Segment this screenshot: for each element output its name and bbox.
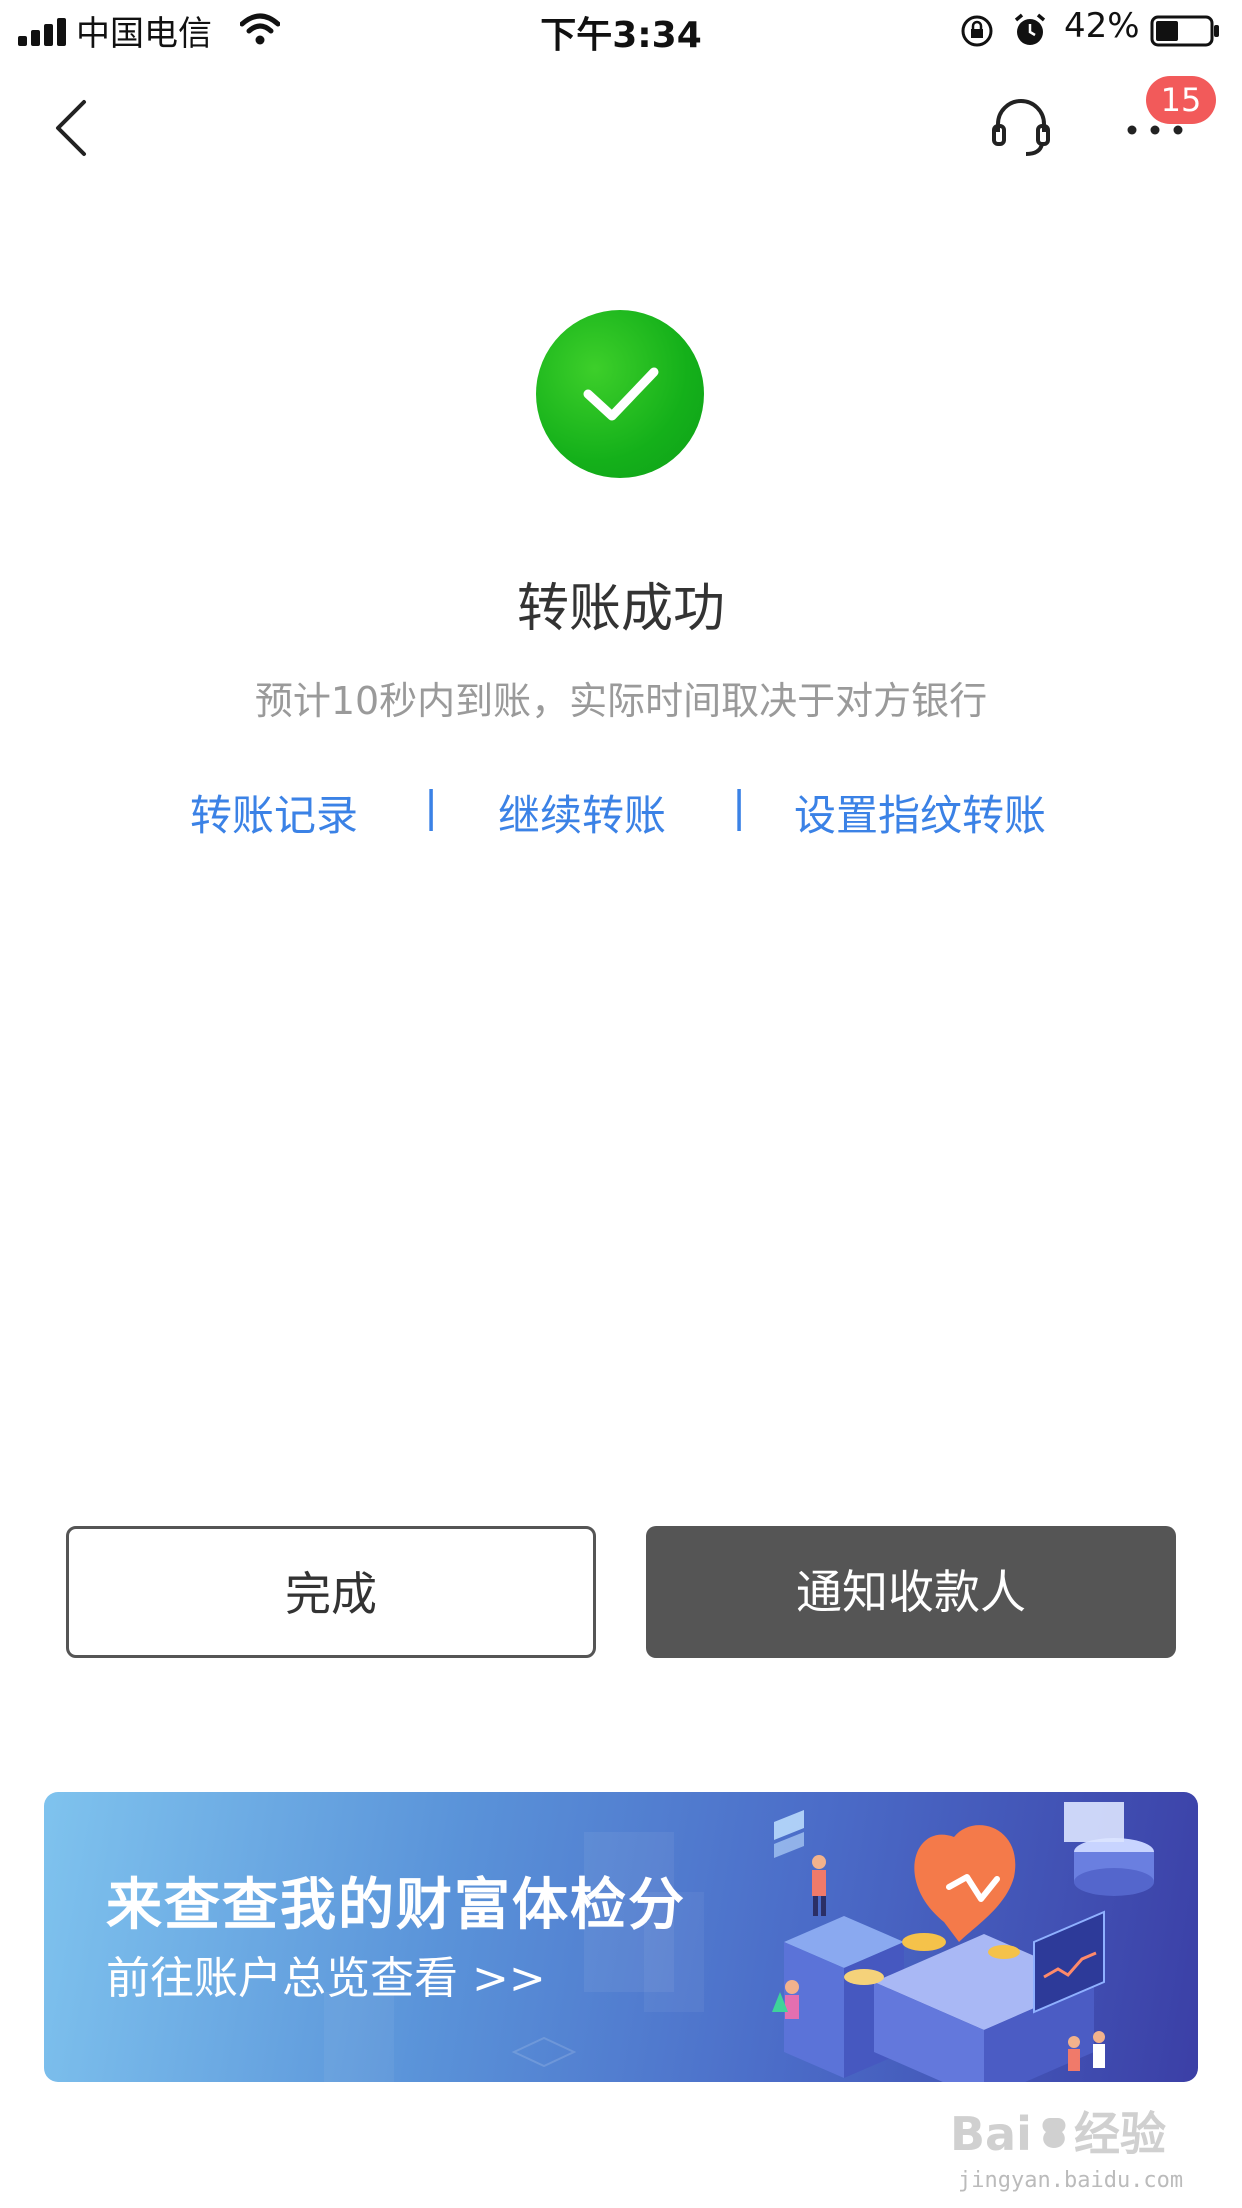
notify-payee-button[interactable]: 通知收款人 bbox=[646, 1526, 1176, 1658]
continue-transfer-link[interactable]: 继续转账 bbox=[498, 782, 666, 843]
status-time: 下午3:34 bbox=[540, 15, 702, 56]
transfer-success-title: 转账成功 bbox=[516, 579, 725, 639]
link-separator: | bbox=[732, 782, 747, 831]
arrival-estimate-text: 预计10秒内到账，实际时间取决于对方银行 bbox=[254, 679, 988, 723]
battery-percent: 42% bbox=[1064, 6, 1140, 46]
check-circle-icon bbox=[536, 310, 704, 478]
status-bar: 中国电信 下午3:34 42% bbox=[0, 0, 1242, 62]
svg-text:经验: 经验 bbox=[1074, 2107, 1166, 2161]
customer-service-headset-icon[interactable] bbox=[990, 96, 1052, 158]
action-links: 转账记录 | 继续转账 | 设置指纹转账 bbox=[0, 782, 1242, 842]
svg-text:Bai: Bai bbox=[950, 2107, 1032, 2161]
wealth-checkup-banner[interactable]: 来查查我的财富体检分 前往账户总览查看 >> bbox=[44, 1792, 1198, 2082]
banner-title: 来查查我的财富体检分 bbox=[106, 1873, 686, 1938]
battery-icon bbox=[1150, 15, 1219, 47]
baidu-jingyan-watermark-logo: Bai 经验 bbox=[950, 2107, 1166, 2161]
notification-badge: 15 bbox=[1146, 76, 1216, 124]
back-button[interactable] bbox=[46, 96, 94, 160]
wealth-checkup-illustration bbox=[772, 1802, 1154, 2082]
transfer-records-link[interactable]: 转账记录 bbox=[190, 782, 358, 843]
done-button[interactable]: 完成 bbox=[66, 1526, 596, 1658]
fingerprint-transfer-link[interactable]: 设置指纹转账 bbox=[794, 782, 1046, 843]
link-separator: | bbox=[424, 782, 439, 831]
orientation-lock-icon bbox=[961, 15, 993, 47]
watermark-url: jingyan.baidu.com bbox=[958, 2168, 1184, 2193]
banner-subtitle: 前往账户总览查看 >> bbox=[106, 1953, 546, 2004]
alarm-icon bbox=[1014, 13, 1046, 45]
